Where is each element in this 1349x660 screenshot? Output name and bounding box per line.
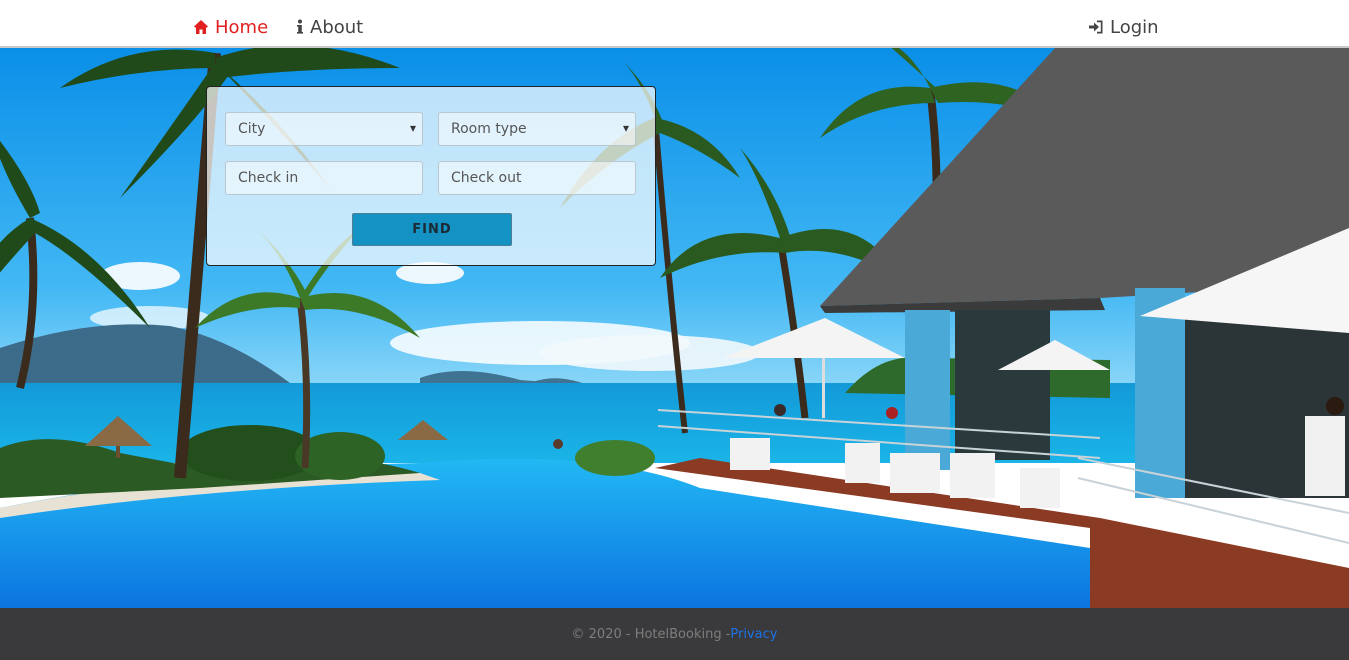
check-out-placeholder: Check out bbox=[451, 170, 522, 186]
footer-copyright: © 2020 - HotelBooking - bbox=[571, 626, 731, 642]
room-type-select-placeholder: Room type bbox=[451, 121, 527, 137]
nav-about-link[interactable]: About bbox=[296, 14, 363, 40]
nav-login-label: Login bbox=[1110, 16, 1159, 38]
top-navbar: Home About Login bbox=[0, 0, 1349, 48]
resort-pool-illustration bbox=[0, 48, 1349, 608]
nav-about-label: About bbox=[310, 16, 364, 38]
info-icon bbox=[297, 19, 303, 34]
sign-in-icon bbox=[1089, 20, 1103, 34]
check-out-input[interactable]: Check out bbox=[438, 161, 636, 195]
check-in-input[interactable]: Check in bbox=[225, 161, 423, 195]
city-select-placeholder: City bbox=[238, 121, 266, 137]
find-button[interactable]: FIND bbox=[352, 213, 512, 246]
nav-home-link[interactable]: Home bbox=[193, 14, 268, 40]
hero-resort-image: City Room type Check in Check out FIND bbox=[0, 48, 1349, 608]
hotel-search-panel: City Room type Check in Check out FIND bbox=[206, 86, 656, 266]
privacy-link[interactable]: Privacy bbox=[730, 627, 777, 642]
room-type-select[interactable]: Room type bbox=[438, 112, 636, 146]
page-footer: © 2020 - HotelBooking - Privacy bbox=[0, 608, 1349, 660]
home-icon bbox=[194, 20, 208, 34]
nav-home-label: Home bbox=[215, 16, 269, 38]
city-select[interactable]: City bbox=[225, 112, 423, 146]
nav-login-link[interactable]: Login bbox=[1088, 14, 1159, 40]
check-in-placeholder: Check in bbox=[238, 170, 299, 186]
